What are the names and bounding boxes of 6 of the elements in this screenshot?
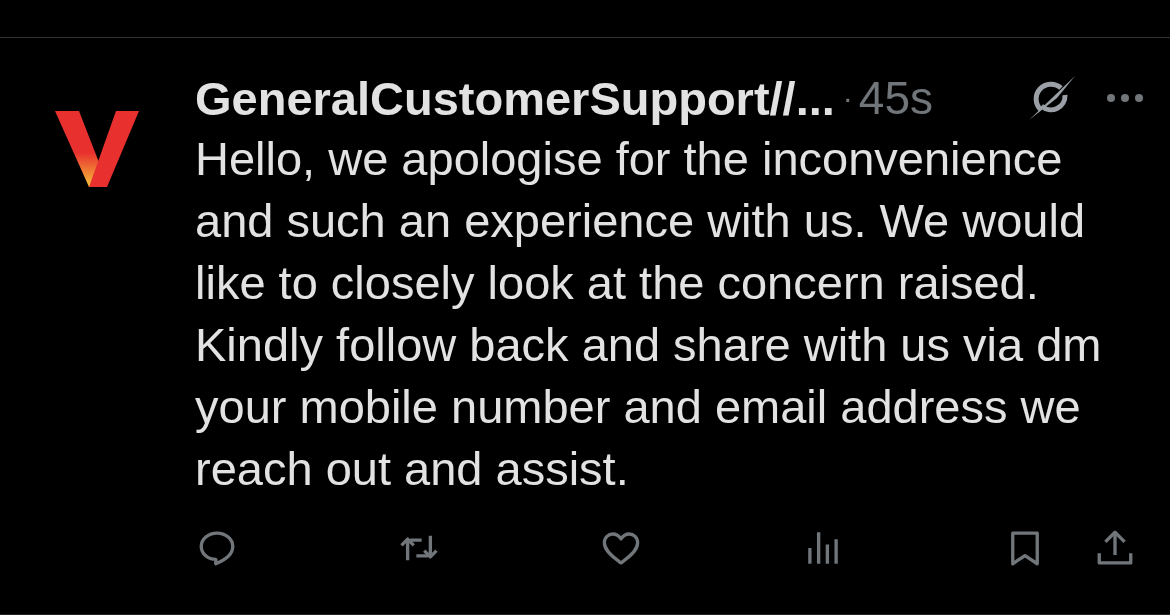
post-time[interactable]: 45s xyxy=(858,71,933,125)
more-icon[interactable] xyxy=(1107,94,1143,102)
separator-dot: · xyxy=(842,81,853,115)
author-name[interactable]: GeneralCustomerSupport//... xyxy=(195,70,835,126)
v-logo-icon[interactable] xyxy=(55,111,139,187)
post-text: Hello, we apologise for the inconvenience and such an experience with us. We would like to closely look at the concern raised. Kindly follow back and share with us via dm your mobile number and email address we reach out and assist. xyxy=(195,131,1103,497)
